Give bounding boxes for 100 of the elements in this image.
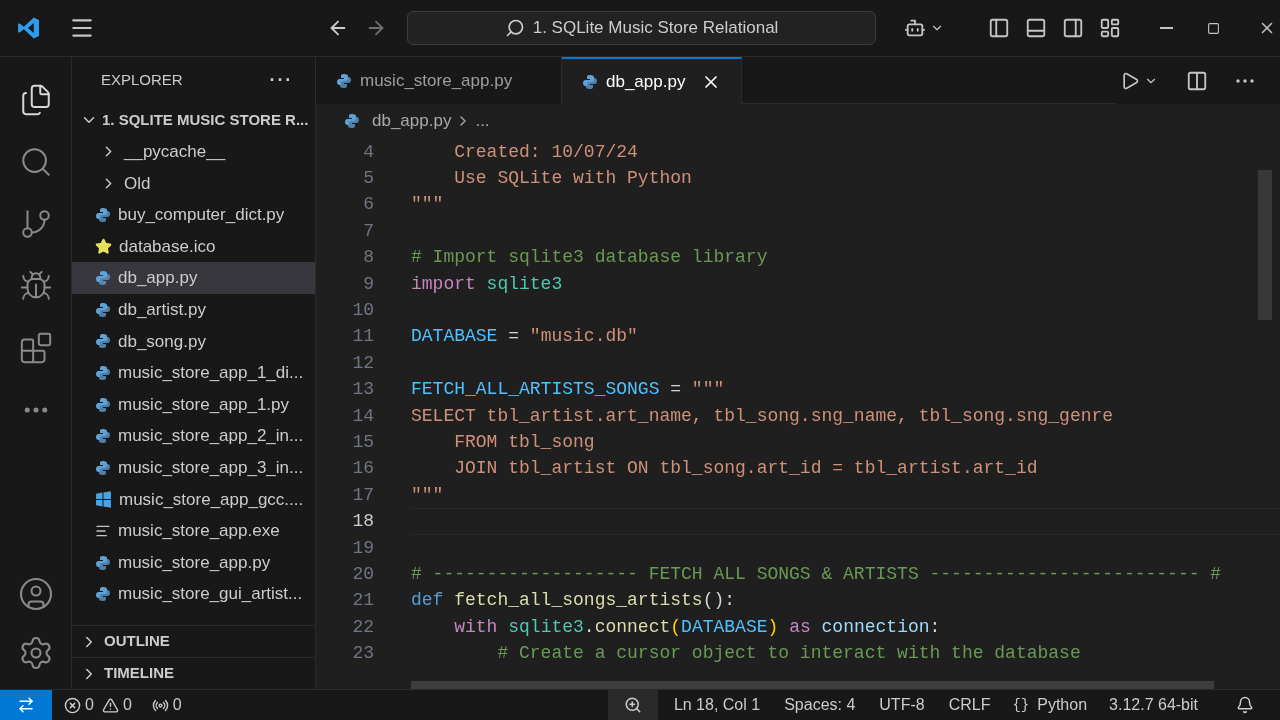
language-mode[interactable]: {} Python bbox=[1012, 693, 1088, 717]
python-icon bbox=[95, 207, 111, 223]
encoding[interactable]: UTF-8 bbox=[879, 693, 925, 717]
code-line: DATABASE = "music.db" bbox=[411, 325, 638, 349]
line-number: 13 bbox=[351, 378, 374, 402]
error-icon bbox=[64, 696, 81, 714]
file-item[interactable]: music_store_app_3_in... bbox=[72, 451, 315, 484]
line-number: 12 bbox=[351, 351, 374, 375]
line-number: 7 bbox=[362, 219, 374, 243]
remote-button[interactable] bbox=[0, 690, 52, 720]
toggle-panel-button[interactable] bbox=[1025, 17, 1047, 39]
python-icon bbox=[582, 73, 598, 90]
command-center-search[interactable]: 1. SQLite Music Store Relational bbox=[407, 11, 876, 45]
line-number: 15 bbox=[351, 431, 374, 454]
python-icon bbox=[95, 364, 111, 381]
python-icon bbox=[95, 428, 111, 445]
split-editor-button[interactable] bbox=[1186, 69, 1208, 92]
code-line: # ------------------- FETCH ALL SONGS & ARTISTS ------------------------- # bbox=[411, 562, 1222, 586]
file-item[interactable]: db_song.py bbox=[72, 325, 315, 358]
sidebar-title: EXPLORER bbox=[101, 70, 183, 91]
file-item[interactable]: music_store_gui_artist... bbox=[72, 578, 315, 610]
line-number: 4 bbox=[362, 140, 374, 164]
python-icon bbox=[336, 72, 352, 89]
code-line: def fetch_all_songs_artists(): bbox=[411, 589, 736, 613]
windows-icon bbox=[95, 490, 112, 508]
python-icon bbox=[95, 301, 111, 318]
line-number: 21 bbox=[351, 589, 374, 613]
code-line: import sqlite3 bbox=[411, 272, 563, 296]
interpreter[interactable]: 3.12.7 64-bit bbox=[1109, 693, 1198, 717]
line-number: 23 bbox=[351, 642, 374, 666]
python-icon bbox=[95, 459, 111, 476]
zoom-in-icon bbox=[623, 696, 642, 714]
toggle-sidebar-button[interactable] bbox=[988, 17, 1010, 39]
code-line: # Import sqlite3 database library bbox=[411, 246, 768, 270]
notifications-button[interactable] bbox=[1236, 696, 1254, 714]
warning-icon bbox=[101, 696, 119, 714]
file-item[interactable]: database.ico bbox=[72, 230, 315, 263]
folder-item[interactable]: Old bbox=[72, 167, 315, 200]
remote-icon bbox=[17, 696, 35, 714]
breadcrumb-item[interactable]: db_app.py bbox=[372, 108, 452, 134]
customize-layout-button[interactable] bbox=[1099, 17, 1121, 39]
file-item[interactable]: music_store_app_1.py bbox=[72, 388, 315, 421]
code-line: Created: 10/07/24 bbox=[453, 140, 638, 164]
section-header[interactable]: OUTLINE bbox=[72, 625, 315, 657]
code-line: SELECT tbl_artist.art_name, tbl_song.sng_name, tbl_song.sng_genre bbox=[411, 404, 1114, 428]
line-number: 10 bbox=[351, 299, 374, 323]
line-number: 6 bbox=[362, 193, 374, 217]
maximize-icon bbox=[1207, 21, 1220, 35]
line-number: 20 bbox=[351, 562, 374, 586]
robot-icon bbox=[904, 17, 926, 39]
line-number: 11 bbox=[351, 325, 374, 349]
zoom-button[interactable] bbox=[607, 690, 658, 720]
problems-button[interactable]: 0 0 bbox=[64, 693, 132, 717]
file-item[interactable]: music_store_app_gcc.... bbox=[72, 483, 315, 516]
python-icon bbox=[95, 396, 111, 413]
file-item[interactable]: music_store_app_1_di... bbox=[72, 357, 315, 389]
code-line: Use SQLite with Python bbox=[453, 167, 692, 191]
file-item[interactable]: db_artist.py bbox=[72, 293, 315, 326]
editor-tab[interactable]: db_app.py bbox=[562, 57, 743, 104]
folder-item[interactable]: __pycache__ bbox=[72, 136, 315, 168]
code-line: JOIN tbl_artist ON tbl_song.art_id = tbl_artist.art_id bbox=[453, 457, 1038, 481]
python-icon bbox=[95, 270, 111, 287]
code-line: FETCH_ALL_ARTISTS_SONGS = """ bbox=[411, 378, 725, 402]
code-line: """ bbox=[411, 193, 444, 217]
line-number: 14 bbox=[351, 404, 374, 428]
more-actions-button[interactable]: ··· bbox=[269, 67, 293, 94]
line-number: 18 bbox=[351, 510, 374, 534]
play-icon bbox=[1120, 70, 1140, 91]
cursor-position[interactable]: Ln 18, Col 1 bbox=[673, 693, 761, 717]
minimize-icon bbox=[1160, 27, 1173, 29]
search-text: 1. SQLite Music Store Relational bbox=[532, 17, 779, 40]
python-icon bbox=[95, 586, 111, 603]
line-number: 19 bbox=[351, 536, 374, 560]
code-line: """ bbox=[411, 483, 444, 507]
line-number: 9 bbox=[362, 272, 374, 296]
file-item[interactable]: music_store_app.py bbox=[72, 546, 315, 579]
app-logo bbox=[16, 15, 42, 41]
folder-header[interactable]: 1. SQLITE MUSIC STORE R... bbox=[72, 104, 315, 136]
python-icon bbox=[95, 333, 111, 350]
file-item[interactable]: music_store_app_2_in... bbox=[72, 420, 315, 452]
line-number: 17 bbox=[351, 483, 374, 507]
line-ending[interactable]: CRLF bbox=[948, 693, 991, 717]
line-number: 22 bbox=[351, 615, 374, 639]
ellipsis-icon bbox=[1236, 78, 1254, 83]
star-icon bbox=[95, 238, 112, 256]
line-number: 8 bbox=[362, 246, 374, 270]
ports-button[interactable]: 0 bbox=[151, 693, 182, 717]
python-icon bbox=[344, 113, 360, 129]
search-icon bbox=[504, 18, 525, 38]
line-number: 5 bbox=[362, 167, 374, 191]
python-icon bbox=[95, 554, 111, 571]
file-item[interactable]: buy_computer_dict.py bbox=[72, 199, 315, 231]
code-line: with sqlite3.connect(DATABASE) as connection: bbox=[453, 615, 941, 639]
code-line: FROM tbl_song bbox=[453, 431, 595, 454]
code-line: # Create a cursor object to interact with the database bbox=[496, 642, 1081, 666]
toggle-secondary-sidebar-button[interactable] bbox=[1062, 17, 1084, 39]
breadcrumb-item[interactable]: ... bbox=[475, 108, 490, 134]
file-item[interactable]: music_store_app.exe bbox=[72, 515, 315, 547]
file-item[interactable]: db_app.py bbox=[72, 262, 315, 294]
indentation[interactable]: Spaces: 4 bbox=[784, 693, 856, 717]
